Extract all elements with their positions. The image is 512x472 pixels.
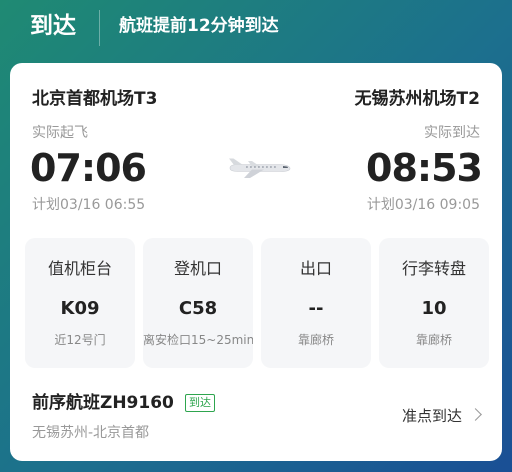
departure-airport: 北京首都机场T3 (32, 89, 158, 109)
flight-status-detail: 航班提前12分钟到达 (119, 16, 279, 36)
info-value: C58 (178, 298, 218, 319)
departure-time-label: 实际起飞 (32, 125, 88, 141)
flight-status-title: 到达 (30, 13, 76, 39)
flight-card: 北京首都机场T3 无锡苏州机场T2 实际起飞 实际到达 07:06 08:53 … (10, 63, 502, 461)
header-bar: 到达 航班提前12分钟到达 (0, 0, 512, 52)
info-title: 出口 (299, 259, 332, 278)
baggage-carousel-box[interactable]: 行李转盘 10 靠廊桥 (379, 238, 489, 368)
info-sub: 离安检口15~25min (143, 333, 253, 347)
previous-flight-route: 无锡苏州-北京首都 (32, 425, 150, 441)
checkin-counter-box[interactable]: 值机柜台 K09 近12号门 (25, 238, 135, 368)
departure-time: 07:06 (30, 146, 147, 190)
arrival-airport: 无锡苏州机场T2 (354, 89, 480, 109)
arrival-planned-time: 计划03/16 09:05 (366, 197, 480, 213)
info-sub: 近12号门 (54, 333, 106, 347)
departure-planned-time: 计划03/16 06:55 (32, 197, 146, 213)
arrival-time: 08:53 (366, 146, 483, 190)
info-value: -- (308, 298, 324, 319)
info-value: 10 (421, 298, 447, 319)
boarding-gate-box[interactable]: 登机口 C58 离安检口15~25min (143, 238, 253, 368)
info-value: K09 (60, 298, 100, 319)
previous-flight-status-badge: 到达 (185, 394, 215, 412)
previous-flight-arrival-status[interactable]: 准点到达 (402, 405, 462, 427)
info-title: 值机柜台 (47, 259, 112, 278)
info-sub: 靠廊桥 (297, 333, 334, 347)
previous-flight-title[interactable]: 前序航班ZH9160 (32, 390, 174, 416)
info-title: 登机口 (173, 259, 222, 278)
info-title: 行李转盘 (401, 259, 466, 278)
airplane-icon (229, 158, 291, 178)
info-sub: 靠廊桥 (415, 333, 452, 347)
exit-box[interactable]: 出口 -- 靠廊桥 (261, 238, 371, 368)
chevron-right-icon[interactable] (469, 408, 482, 421)
arrival-time-label: 实际到达 (424, 125, 480, 141)
header-divider (99, 10, 100, 46)
